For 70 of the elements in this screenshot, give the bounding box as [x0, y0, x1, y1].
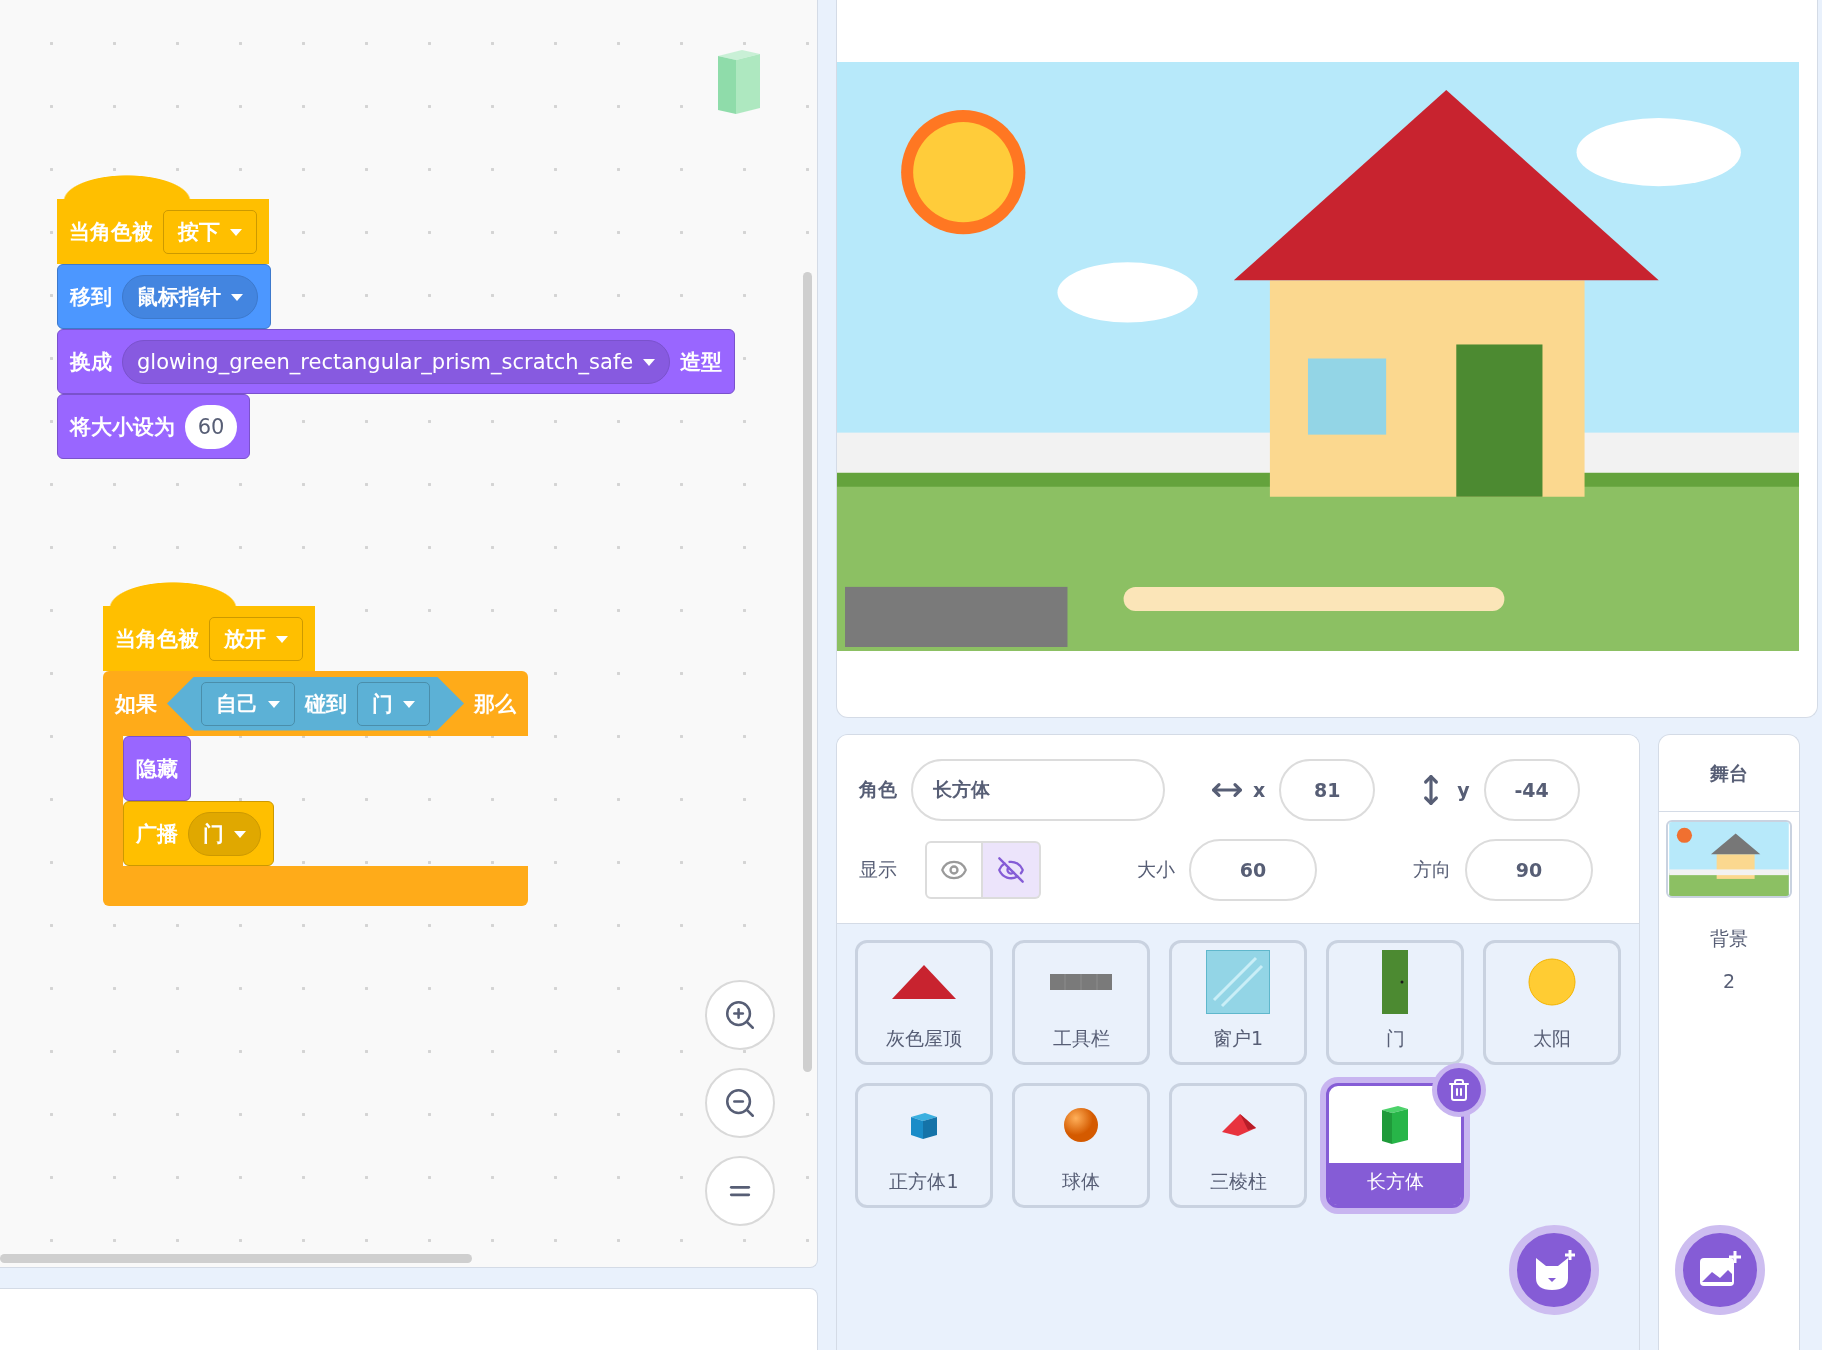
code-block[interactable]: 隐藏 [123, 736, 191, 801]
scrollbar[interactable] [0, 1254, 472, 1263]
backdrop-label: 背景 [1710, 926, 1748, 951]
block-label: 广播 [136, 820, 178, 848]
x-field[interactable]: 81 [1279, 759, 1376, 821]
block-label: 那么 [474, 690, 516, 718]
backdrop-count: 2 [1722, 970, 1736, 992]
size-field[interactable]: 60 [1189, 839, 1317, 901]
block-dropdown[interactable]: 门 [357, 681, 430, 726]
sprite-tile[interactable]: 门 [1326, 940, 1464, 1065]
block-dropdown[interactable]: glowing_green_rectangular_prism_scratch_safe [122, 339, 671, 384]
sprite-name-field[interactable]: 长方体 [911, 759, 1165, 821]
scrollbar[interactable] [803, 272, 812, 1072]
box-icon [1380, 1103, 1410, 1146]
direction-label: 方向 [1413, 857, 1451, 882]
x-label: x [1253, 779, 1266, 801]
sprite-name: 长方体 [1329, 1163, 1461, 1205]
block-label: 造型 [680, 348, 723, 376]
sprite-name: 门 [1384, 1026, 1406, 1051]
hide-button[interactable] [983, 841, 1041, 899]
sprite-tile[interactable]: 工具栏 [1012, 940, 1150, 1065]
if-block[interactable]: 如果 自己 碰到 门 那么 [103, 671, 528, 736]
door-icon [1382, 949, 1408, 1014]
y-label: y [1457, 779, 1470, 801]
sensing-block[interactable]: 自己 碰到 门 [167, 676, 464, 731]
sprite-name: 正方体1 [888, 1169, 960, 1194]
circle-icon [1528, 957, 1576, 1006]
backdrop-thumbnail[interactable] [1666, 820, 1792, 898]
number-input[interactable]: 60 [185, 404, 237, 449]
sprite-tile[interactable]: 正方体1 [855, 1083, 993, 1208]
sprite-name: 三棱柱 [1208, 1169, 1268, 1194]
code-block[interactable]: 将大小设为 60 [57, 394, 250, 459]
block-dropdown[interactable]: 鼠标指针 [122, 274, 258, 319]
trash-icon [1447, 1078, 1471, 1102]
sprite-tile[interactable]: 球体 [1012, 1083, 1150, 1208]
sprite-name: 工具栏 [1051, 1026, 1111, 1051]
code-block[interactable]: 换成 glowing_green_rectangular_prism_scratch_safe 造型 [57, 329, 736, 394]
sphere-icon [1063, 1106, 1099, 1143]
sprite-tile[interactable]: 窗户1 [1169, 940, 1307, 1065]
code-block[interactable]: 移到 鼠标指针 [57, 264, 271, 329]
block-label: 如果 [115, 690, 157, 718]
block-label: 隐藏 [136, 755, 178, 783]
block-label: 移到 [70, 283, 112, 311]
sprite-name: 窗户1 [1211, 1026, 1265, 1051]
block-label: 将大小设为 [70, 413, 175, 441]
block-label: 当角色被 [69, 218, 153, 246]
window-icon [1206, 949, 1270, 1014]
show-button[interactable] [925, 841, 983, 899]
block-dropdown[interactable]: 自己 [201, 681, 295, 726]
size-label: 大小 [1137, 857, 1175, 882]
sprite-tile[interactable]: 三棱柱 [1169, 1083, 1307, 1208]
prism-icon [716, 48, 762, 116]
y-field[interactable]: -44 [1483, 759, 1580, 821]
zoom-in-icon [723, 998, 757, 1032]
sprite-name: 球体 [1061, 1169, 1101, 1194]
show-label: 显示 [859, 857, 897, 882]
zoom-out-icon [723, 1086, 757, 1120]
sprite-label: 角色 [859, 777, 897, 802]
roof-icon [892, 964, 956, 999]
stage-title: 舞台 [1659, 735, 1799, 812]
sprite-tile[interactable]: 灰色屋顶 [855, 940, 993, 1065]
bar-icon [1050, 973, 1112, 990]
eye-off-icon [997, 856, 1025, 884]
direction-field[interactable]: 90 [1465, 839, 1593, 901]
sprite-name: 太阳 [1532, 1026, 1572, 1051]
sprite-tile[interactable]: 太阳 [1483, 940, 1621, 1065]
block-label: 碰到 [305, 690, 347, 718]
sprite-name: 灰色屋顶 [885, 1026, 963, 1051]
block-label: 当角色被 [115, 625, 199, 653]
block-label: 换成 [70, 348, 112, 376]
